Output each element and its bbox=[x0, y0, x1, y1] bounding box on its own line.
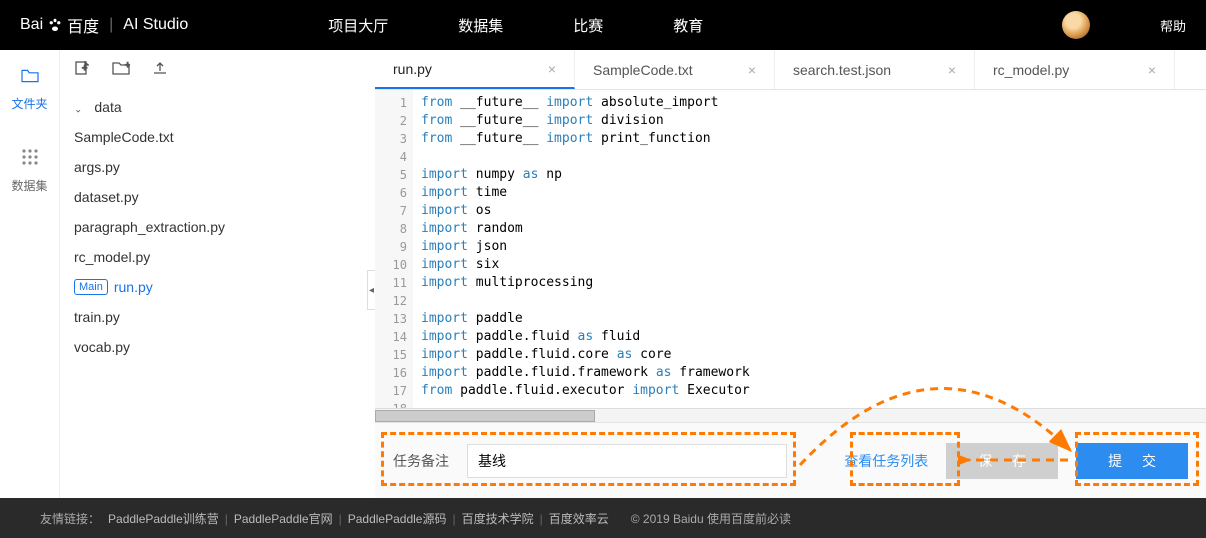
collapse-handle[interactable]: ◂ bbox=[367, 270, 375, 310]
file-train-py[interactable]: train.py bbox=[60, 302, 375, 332]
new-file-icon[interactable]: + bbox=[74, 60, 90, 81]
rail-datasets[interactable]: 数据集 bbox=[0, 130, 59, 212]
save-button[interactable]: 保 存 bbox=[946, 443, 1058, 479]
tab-SampleCode-txt[interactable]: SampleCode.txt× bbox=[575, 50, 775, 89]
file-SampleCode-txt[interactable]: SampleCode.txt bbox=[60, 122, 375, 152]
nav-datasets[interactable]: 数据集 bbox=[458, 15, 503, 36]
tab-run-py[interactable]: run.py× bbox=[375, 50, 575, 89]
editor-area: ◂ run.py×SampleCode.txt×search.test.json… bbox=[375, 50, 1206, 498]
close-icon[interactable]: × bbox=[948, 62, 956, 78]
footer-link[interactable]: 百度技术学院 bbox=[462, 512, 534, 526]
horizontal-scrollbar[interactable] bbox=[375, 408, 1206, 422]
tab-rc_model-py[interactable]: rc_model.py× bbox=[975, 50, 1175, 89]
view-tasks-link[interactable]: 查看任务列表 bbox=[844, 451, 928, 471]
file-run-py[interactable]: Mainrun.py bbox=[60, 272, 375, 302]
nav-projects[interactable]: 项目大厅 bbox=[328, 15, 388, 36]
footer-link[interactable]: PaddlePaddle官网 bbox=[234, 512, 333, 526]
folder-data[interactable]: data bbox=[60, 92, 375, 122]
tab-search-test-json[interactable]: search.test.json× bbox=[775, 50, 975, 89]
code-body[interactable]: from __future__ import absolute_importfr… bbox=[413, 90, 750, 408]
close-icon[interactable]: × bbox=[748, 62, 756, 78]
bottom-bar: 任务备注 查看任务列表 保 存 提 交 bbox=[375, 422, 1206, 498]
file-paragraph_extraction-py[interactable]: paragraph_extraction.py bbox=[60, 212, 375, 242]
avatar[interactable] bbox=[1062, 11, 1090, 39]
footer-link[interactable]: PaddlePaddle训练营 bbox=[108, 512, 219, 526]
scroll-thumb[interactable] bbox=[375, 410, 595, 422]
line-gutter: 1234567891011121314151617181920▾21222324 bbox=[375, 90, 413, 408]
top-nav: Bai 百度 | AI Studio 项目大厅 数据集 比赛 教育 帮助 bbox=[0, 0, 1206, 50]
file-vocab-py[interactable]: vocab.py bbox=[60, 332, 375, 362]
main-badge: Main bbox=[74, 279, 108, 295]
nav-education[interactable]: 教育 bbox=[673, 15, 703, 36]
footer-link[interactable]: PaddlePaddle源码 bbox=[348, 512, 447, 526]
task-note-label: 任务备注 bbox=[393, 451, 449, 471]
file-rc_model-py[interactable]: rc_model.py bbox=[60, 242, 375, 272]
task-note-input[interactable] bbox=[467, 444, 787, 478]
editor-tabs: run.py×SampleCode.txt×search.test.json×r… bbox=[375, 50, 1206, 90]
rail-files[interactable]: 文件夹 bbox=[0, 50, 59, 130]
svg-text:+: + bbox=[125, 61, 130, 70]
code-editor[interactable]: 1234567891011121314151617181920▾21222324… bbox=[375, 90, 1206, 408]
file-dataset-py[interactable]: dataset.py bbox=[60, 182, 375, 212]
nav-competitions[interactable]: 比赛 bbox=[573, 15, 603, 36]
upload-icon[interactable] bbox=[152, 60, 168, 81]
close-icon[interactable]: × bbox=[1148, 62, 1156, 78]
file-sidebar: + + data SampleCode.txtargs.pydataset.py… bbox=[60, 50, 375, 498]
footer-copyright: © 2019 Baidu 使用百度前必读 bbox=[631, 510, 791, 527]
nav-help[interactable]: 帮助 bbox=[1160, 16, 1186, 35]
grid-icon bbox=[21, 148, 39, 171]
product-name: AI Studio bbox=[123, 16, 188, 34]
close-icon[interactable]: × bbox=[548, 61, 556, 77]
file-args-py[interactable]: args.py bbox=[60, 152, 375, 182]
svg-text:+: + bbox=[82, 63, 87, 73]
left-rail: 文件夹 数据集 bbox=[0, 50, 60, 498]
footer-prefix: 友情链接： bbox=[40, 510, 100, 527]
new-folder-icon[interactable]: + bbox=[112, 61, 130, 80]
nav-items: 项目大厅 数据集 比赛 教育 bbox=[328, 15, 703, 36]
sidebar-toolbar: + + bbox=[60, 50, 375, 90]
footer-link[interactable]: 百度效率云 bbox=[549, 512, 609, 526]
baidu-logo: Bai 百度 bbox=[20, 13, 99, 37]
folder-icon bbox=[20, 68, 40, 89]
footer: 友情链接： PaddlePaddle训练营|PaddlePaddle官网|Pad… bbox=[0, 498, 1206, 538]
submit-button[interactable]: 提 交 bbox=[1076, 443, 1188, 479]
file-tree: data SampleCode.txtargs.pydataset.pypara… bbox=[60, 90, 375, 364]
logo[interactable]: Bai 百度 | AI Studio bbox=[20, 13, 188, 37]
